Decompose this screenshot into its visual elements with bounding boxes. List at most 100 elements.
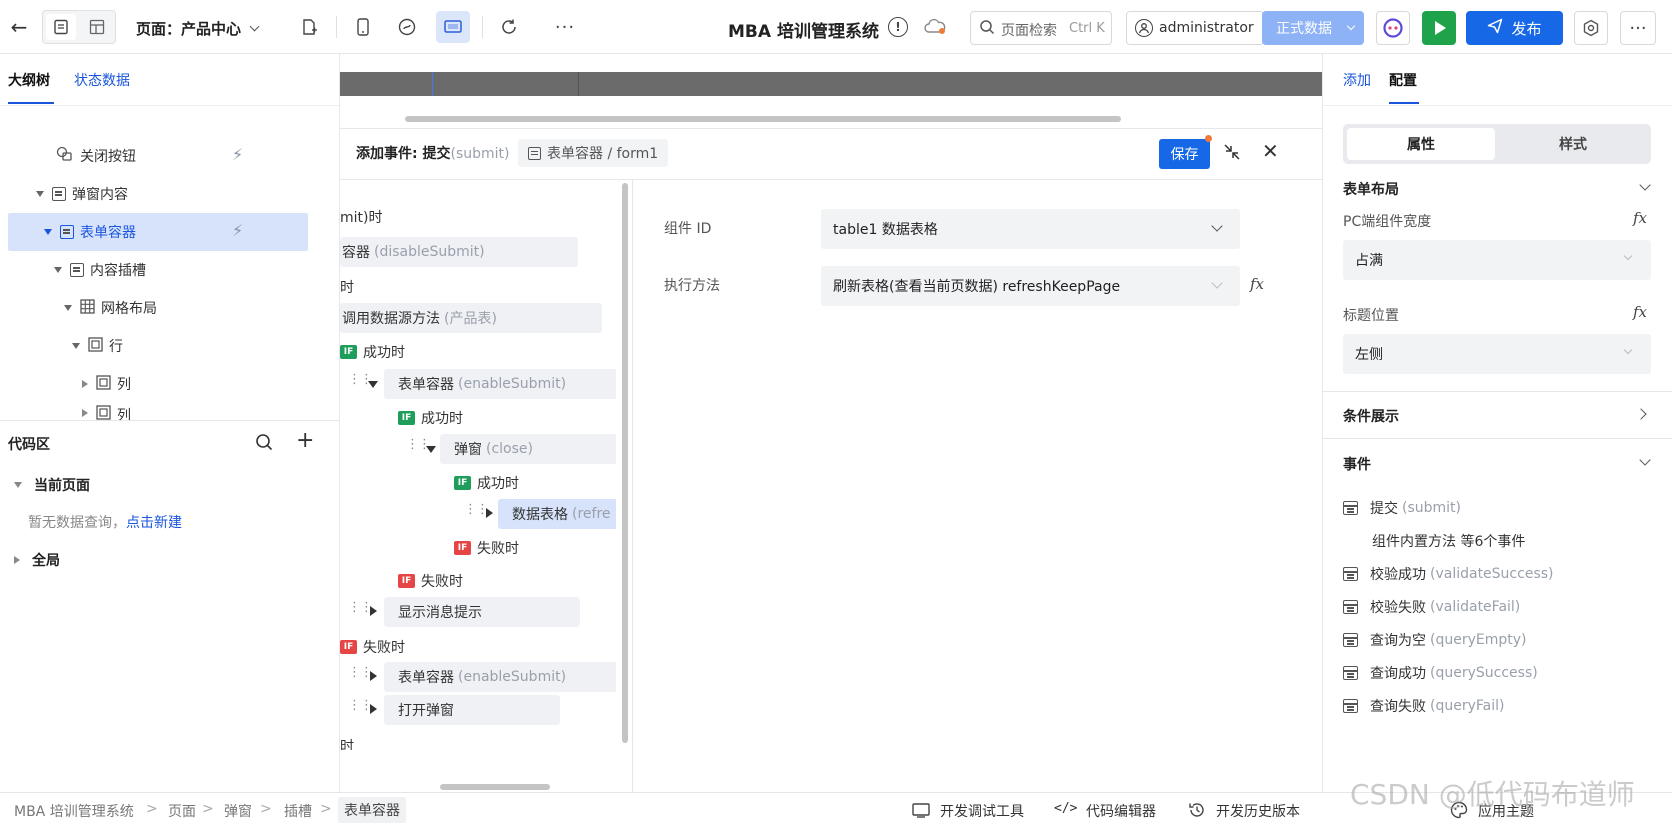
drag-handle-icon[interactable]: ⋮⋮ [348, 699, 373, 712]
event-builtin-methods[interactable]: 组件内置方法 等6个事件 [1372, 531, 1525, 551]
desktop-preview-icon[interactable] [436, 11, 470, 43]
cloud-sync-icon[interactable] [922, 16, 948, 38]
search-icon[interactable] [255, 433, 273, 455]
page-selector[interactable]: 页面：产品中心 [136, 18, 241, 39]
event-validate-success[interactable]: 校验成功 (validateSuccess) [1343, 564, 1554, 584]
horizontal-scrollbar[interactable] [405, 116, 1121, 122]
expand-caret-icon[interactable] [370, 671, 377, 681]
pc-width-select[interactable]: 占满 [1343, 240, 1651, 280]
method-select[interactable]: 刷新表格(查看当前页数据) refreshKeepPage [821, 266, 1240, 306]
tab-config[interactable]: 配置 [1389, 70, 1417, 90]
collapse-icon[interactable] [1223, 143, 1241, 165]
ai-assistant-icon[interactable] [1376, 11, 1410, 45]
segment-style[interactable]: 样式 [1499, 128, 1647, 160]
breadcrumb-current[interactable]: 表单容器 [338, 797, 406, 823]
fx-icon[interactable]: fx [1633, 209, 1647, 227]
tree-item-column[interactable]: 列 [8, 403, 308, 421]
tab-add[interactable]: 添加 [1343, 70, 1371, 90]
expand-caret-icon[interactable] [370, 606, 377, 616]
flow-action-enable-submit[interactable]: 表单容器 (enableSubmit) [384, 369, 616, 399]
layout-view-icon[interactable] [82, 14, 112, 40]
event-submit[interactable]: 提交 (submit) [1343, 498, 1461, 518]
caret-right-icon[interactable] [82, 409, 88, 417]
event-bolt-icon[interactable]: ⚡︎ [232, 221, 243, 240]
more-icon[interactable]: ··· [552, 14, 578, 40]
chevron-down-icon[interactable] [1639, 454, 1651, 466]
caret-down-icon[interactable] [44, 229, 52, 235]
tree-item-close-button[interactable]: 关闭按钮 ⚡︎ [8, 137, 308, 175]
flow-action-refresh-table[interactable]: 数据表格 (refre [498, 499, 616, 529]
run-preview-button[interactable] [1422, 11, 1456, 45]
caret-down-icon[interactable] [64, 305, 72, 311]
add-icon[interactable]: + [296, 428, 314, 453]
drag-handle-icon[interactable]: ⋮⋮ [348, 666, 373, 679]
section-events[interactable]: 事件 [1343, 454, 1371, 474]
expand-caret-icon[interactable] [426, 446, 436, 453]
component-id-select[interactable]: table1 数据表格 [821, 209, 1240, 249]
flow-action-call-datasource[interactable]: 调用数据源方法 (产品表) [340, 303, 602, 333]
flow-action-show-message[interactable]: 显示消息提示 [384, 597, 580, 627]
refresh-icon[interactable] [496, 14, 522, 40]
title-position-select[interactable]: 左侧 [1343, 334, 1651, 374]
event-validate-fail[interactable]: 校验失败 (validateFail) [1343, 597, 1520, 617]
section-condition-display[interactable]: 条件展示 [1343, 406, 1399, 426]
create-query-link[interactable]: 点击新建 [126, 515, 182, 531]
breadcrumb-slot[interactable]: 插槽 [284, 801, 312, 821]
settings-icon[interactable] [1574, 11, 1608, 45]
flow-vertical-scrollbar[interactable] [622, 183, 628, 743]
tab-state-data[interactable]: 状态数据 [74, 70, 130, 90]
code-section-global[interactable]: 全局 [14, 550, 60, 570]
expand-caret-icon[interactable] [486, 508, 493, 518]
tree-item-dialog-content[interactable]: 弹窗内容 [8, 175, 308, 213]
flow-action-disable-submit[interactable]: 容器 (disableSubmit) [340, 237, 578, 267]
fx-icon[interactable]: fx [1250, 275, 1264, 293]
breadcrumb-dialog[interactable]: 弹窗 [224, 801, 252, 821]
dev-tools-button[interactable]: 开发调试工具 [940, 801, 1024, 821]
page-search-input[interactable]: 页面检索 Ctrl K [970, 11, 1112, 45]
expand-caret-icon[interactable] [368, 381, 378, 388]
event-query-empty[interactable]: 查询为空 (queryEmpty) [1343, 630, 1526, 650]
tree-item-form-container[interactable]: 表单容器 ⚡︎ [8, 213, 308, 251]
tree-item-content-slot[interactable]: 内容插槽 [8, 251, 308, 289]
tree-item-grid-layout[interactable]: 网格布局 [8, 289, 308, 327]
mobile-preview-icon[interactable] [350, 14, 376, 40]
tab-outline-tree[interactable]: 大纲树 [8, 70, 50, 90]
env-select[interactable]: 正式数据 [1262, 11, 1364, 45]
drag-handle-icon[interactable]: ⋮⋮ [348, 373, 373, 386]
flow-action-open-dialog[interactable]: 打开弹窗 [384, 695, 560, 725]
close-icon[interactable]: ✕ [1262, 139, 1279, 163]
chevron-right-icon[interactable] [1635, 408, 1647, 420]
save-button[interactable]: 保存 [1159, 139, 1210, 169]
expand-caret-icon[interactable] [370, 704, 377, 714]
caret-right-icon[interactable] [82, 380, 88, 388]
breadcrumb-page[interactable]: 页面 [168, 801, 196, 821]
event-bolt-icon[interactable]: ⚡︎ [232, 145, 243, 164]
flow-action-close-dialog[interactable]: 弹窗 (close) [440, 434, 616, 464]
miniprogram-preview-icon[interactable] [394, 14, 420, 40]
drag-handle-icon[interactable]: ⋮⋮ [406, 438, 431, 451]
fx-icon[interactable]: fx [1633, 303, 1647, 321]
breadcrumb-app[interactable]: MBA 培训管理系统 [14, 801, 134, 821]
caret-down-icon[interactable] [54, 267, 62, 273]
publish-button[interactable]: 发布 [1466, 11, 1563, 45]
segment-props[interactable]: 属性 [1347, 128, 1495, 160]
flow-action-enable-submit-2[interactable]: 表单容器 (enableSubmit) [384, 662, 616, 692]
tree-item-column[interactable]: 列 [8, 365, 308, 403]
drag-handle-icon[interactable]: ⋮⋮ [464, 503, 489, 516]
code-editor-button[interactable]: 代码编辑器 [1086, 801, 1156, 821]
drag-handle-icon[interactable]: ⋮⋮ [348, 601, 373, 614]
history-button[interactable]: 开发历史版本 [1216, 801, 1300, 821]
more-menu-icon[interactable]: ··· [1620, 11, 1656, 45]
chevron-down-icon[interactable] [1639, 179, 1651, 191]
event-query-success[interactable]: 查询成功 (querySuccess) [1343, 663, 1538, 683]
code-section-current-page[interactable]: 当前页面 [14, 475, 90, 495]
user-button[interactable]: administrator [1126, 11, 1264, 45]
tree-item-row[interactable]: 行 [8, 327, 308, 365]
caret-down-icon[interactable] [36, 191, 44, 197]
back-arrow-icon[interactable]: ← [4, 12, 34, 42]
add-page-icon[interactable] [296, 14, 322, 40]
outline-view-icon[interactable] [46, 14, 76, 40]
info-icon[interactable]: ! [888, 17, 908, 37]
event-query-fail[interactable]: 查询失败 (queryFail) [1343, 696, 1504, 716]
caret-down-icon[interactable] [72, 343, 80, 349]
